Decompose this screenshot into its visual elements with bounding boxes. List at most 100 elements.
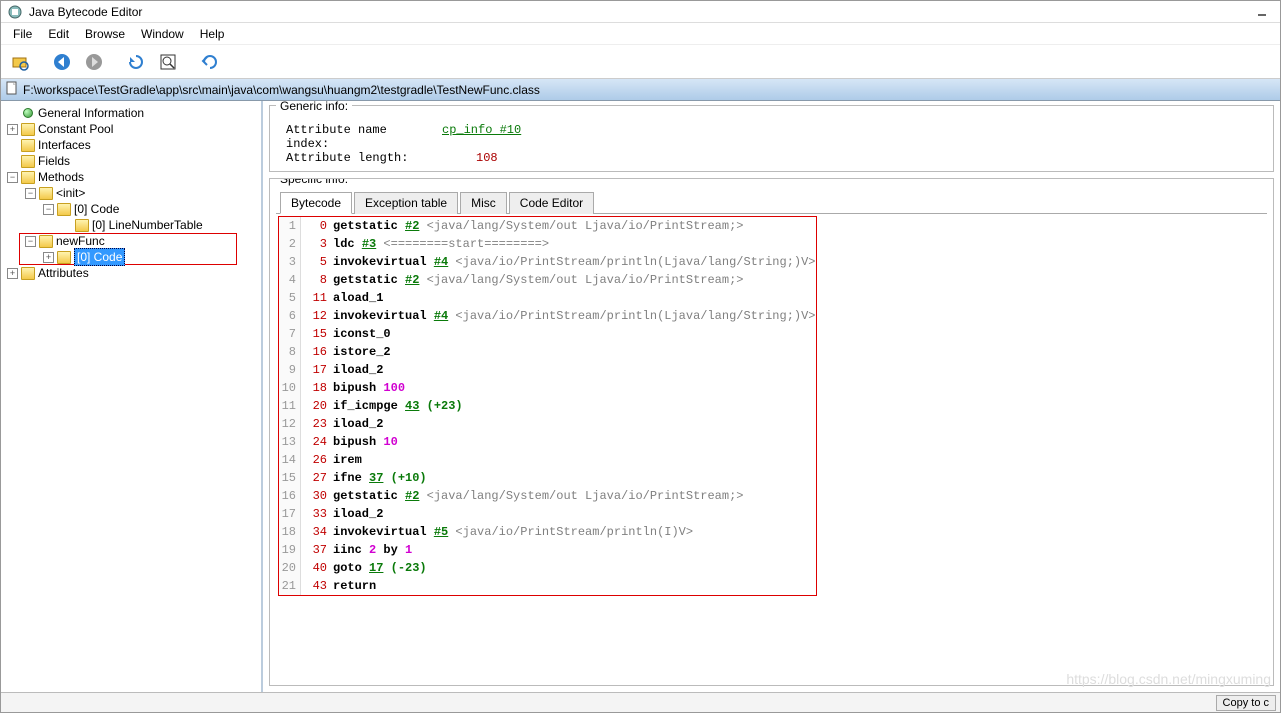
code-line[interactable]: 10getstatic #2 <java/lang/System/out Lja… (279, 217, 816, 235)
tree-general-info[interactable]: General Information (7, 105, 261, 121)
bytecode-offset: 34 (305, 523, 327, 541)
minimize-button[interactable] (1250, 3, 1274, 21)
opcode: getstatic (333, 487, 405, 505)
code-line[interactable]: 917iload_2 (279, 361, 816, 379)
code-line[interactable]: 2143 return (279, 577, 816, 595)
constant-ref-link[interactable]: 17 (369, 559, 383, 577)
bytecode-offset: 24 (305, 433, 327, 451)
opcode: iload_2 (333, 505, 383, 523)
code-line[interactable]: 2040goto 17 (-23) (279, 559, 816, 577)
tab-exception[interactable]: Exception table (354, 192, 458, 214)
code-line[interactable]: 1324bipush 10 (279, 433, 816, 451)
constant-ref-link[interactable]: 37 (369, 469, 383, 487)
constant-ref-link[interactable]: #5 (434, 523, 448, 541)
cp-info-link[interactable]: cp_info #10 (442, 123, 521, 151)
code-line[interactable]: 23ldc #3 <========start========> (279, 235, 816, 253)
line-number: 1 (279, 217, 301, 235)
tree-attributes[interactable]: +Attributes (7, 265, 261, 281)
expand-icon[interactable]: + (43, 252, 54, 263)
expand-icon[interactable]: + (7, 124, 18, 135)
bytecode-offset: 33 (305, 505, 327, 523)
folder-icon (57, 203, 71, 216)
toolbar (1, 45, 1280, 79)
code-line[interactable]: 48getstatic #2 <java/lang/System/out Lja… (279, 271, 816, 289)
constant-ref-link[interactable]: 43 (405, 397, 419, 415)
constant-ref-link[interactable]: #2 (405, 271, 419, 289)
tree-constant-pool[interactable]: +Constant Pool (7, 121, 261, 137)
constant-ref-link[interactable]: #4 (434, 253, 448, 271)
bytecode-offset: 0 (305, 217, 327, 235)
folder-icon (21, 139, 35, 152)
path-text: F:\workspace\TestGradle\app\src\main\jav… (23, 83, 540, 97)
bytecode-offset: 40 (305, 559, 327, 577)
bytecode-offset: 27 (305, 469, 327, 487)
code-line[interactable]: 35invokevirtual #4 <java/io/PrintStream/… (279, 253, 816, 271)
line-number: 13 (279, 433, 301, 451)
tab-misc[interactable]: Misc (460, 192, 507, 214)
tab-bytecode[interactable]: Bytecode (280, 192, 352, 214)
folder-icon (21, 155, 35, 168)
opcode: invokevirtual (333, 253, 434, 271)
tree-fields[interactable]: Fields (7, 153, 261, 169)
back-button[interactable] (49, 49, 75, 75)
line-number: 4 (279, 271, 301, 289)
code-line[interactable]: 1937iinc 2 by 1 (279, 541, 816, 559)
refresh-button[interactable] (123, 49, 149, 75)
path-bar: F:\workspace\TestGradle\app\src\main\jav… (1, 79, 1280, 101)
menu-file[interactable]: File (5, 25, 40, 43)
code-line[interactable]: 1426irem (279, 451, 816, 469)
code-line[interactable]: 1733iload_2 (279, 505, 816, 523)
tree-interfaces[interactable]: Interfaces (7, 137, 261, 153)
folder-icon (21, 267, 35, 280)
constant-ref-link[interactable]: #3 (362, 235, 376, 253)
undo-button[interactable] (197, 49, 223, 75)
line-number: 21 (279, 577, 301, 595)
tree-init-code[interactable]: −[0] Code (43, 201, 261, 217)
code-line[interactable]: 1834invokevirtual #5 <java/io/PrintStrea… (279, 523, 816, 541)
menu-browse[interactable]: Browse (77, 25, 133, 43)
collapse-icon[interactable]: − (7, 172, 18, 183)
code-line[interactable]: 1120if_icmpge 43 (+23) (279, 397, 816, 415)
tree-init[interactable]: −<init> (25, 185, 261, 201)
copy-button[interactable]: Copy to c (1216, 695, 1276, 711)
line-number: 9 (279, 361, 301, 379)
bytecode-offset: 20 (305, 397, 327, 415)
collapse-icon[interactable]: − (25, 188, 36, 199)
tree-sidebar[interactable]: General Information +Constant Pool Inter… (1, 101, 263, 692)
tree-methods[interactable]: −Methods (7, 169, 261, 185)
line-number: 10 (279, 379, 301, 397)
main-panel: Generic info: Attribute name index: cp_i… (263, 101, 1280, 692)
code-line[interactable]: 612invokevirtual #4 <java/io/PrintStream… (279, 307, 816, 325)
find-button[interactable] (155, 49, 181, 75)
tab-code-editor[interactable]: Code Editor (509, 192, 594, 214)
menu-help[interactable]: Help (192, 25, 233, 43)
menu-edit[interactable]: Edit (40, 25, 77, 43)
attr-length-label: Attribute length: (286, 151, 436, 165)
token: <java/io/PrintStream/println(I)V> (448, 523, 693, 541)
bytecode-offset: 16 (305, 343, 327, 361)
collapse-icon[interactable]: − (43, 204, 54, 215)
code-line[interactable]: 715iconst_0 (279, 325, 816, 343)
code-line[interactable]: 1223iload_2 (279, 415, 816, 433)
menu-window[interactable]: Window (133, 25, 192, 43)
tree-newfunc-code[interactable]: +[0] Code (43, 249, 261, 265)
forward-button[interactable] (81, 49, 107, 75)
code-scroll[interactable]: 10 getstatic #2 <java/lang/System/out Lja… (278, 216, 1265, 677)
code-line[interactable]: 1018bipush 100 (279, 379, 816, 397)
folder-icon (21, 123, 35, 136)
code-line[interactable]: 1527ifne 37 (+10) (279, 469, 816, 487)
generic-legend: Generic info: (276, 101, 352, 113)
code-line[interactable]: 1630getstatic #2 <java/lang/System/out L… (279, 487, 816, 505)
token: <java/lang/System/out Ljava/io/PrintStre… (419, 271, 743, 289)
constant-ref-link[interactable]: #2 (405, 217, 419, 235)
opcode: return (333, 577, 376, 595)
constant-ref-link[interactable]: #4 (434, 307, 448, 325)
expand-icon[interactable]: + (7, 268, 18, 279)
tree-linenumbertable[interactable]: [0] LineNumberTable (61, 217, 261, 233)
open-button[interactable] (7, 49, 33, 75)
code-line[interactable]: 816istore_2 (279, 343, 816, 361)
bytecode-offset: 43 (305, 577, 327, 595)
constant-ref-link[interactable]: #2 (405, 487, 419, 505)
opcode: bipush (333, 433, 383, 451)
code-line[interactable]: 511aload_1 (279, 289, 816, 307)
